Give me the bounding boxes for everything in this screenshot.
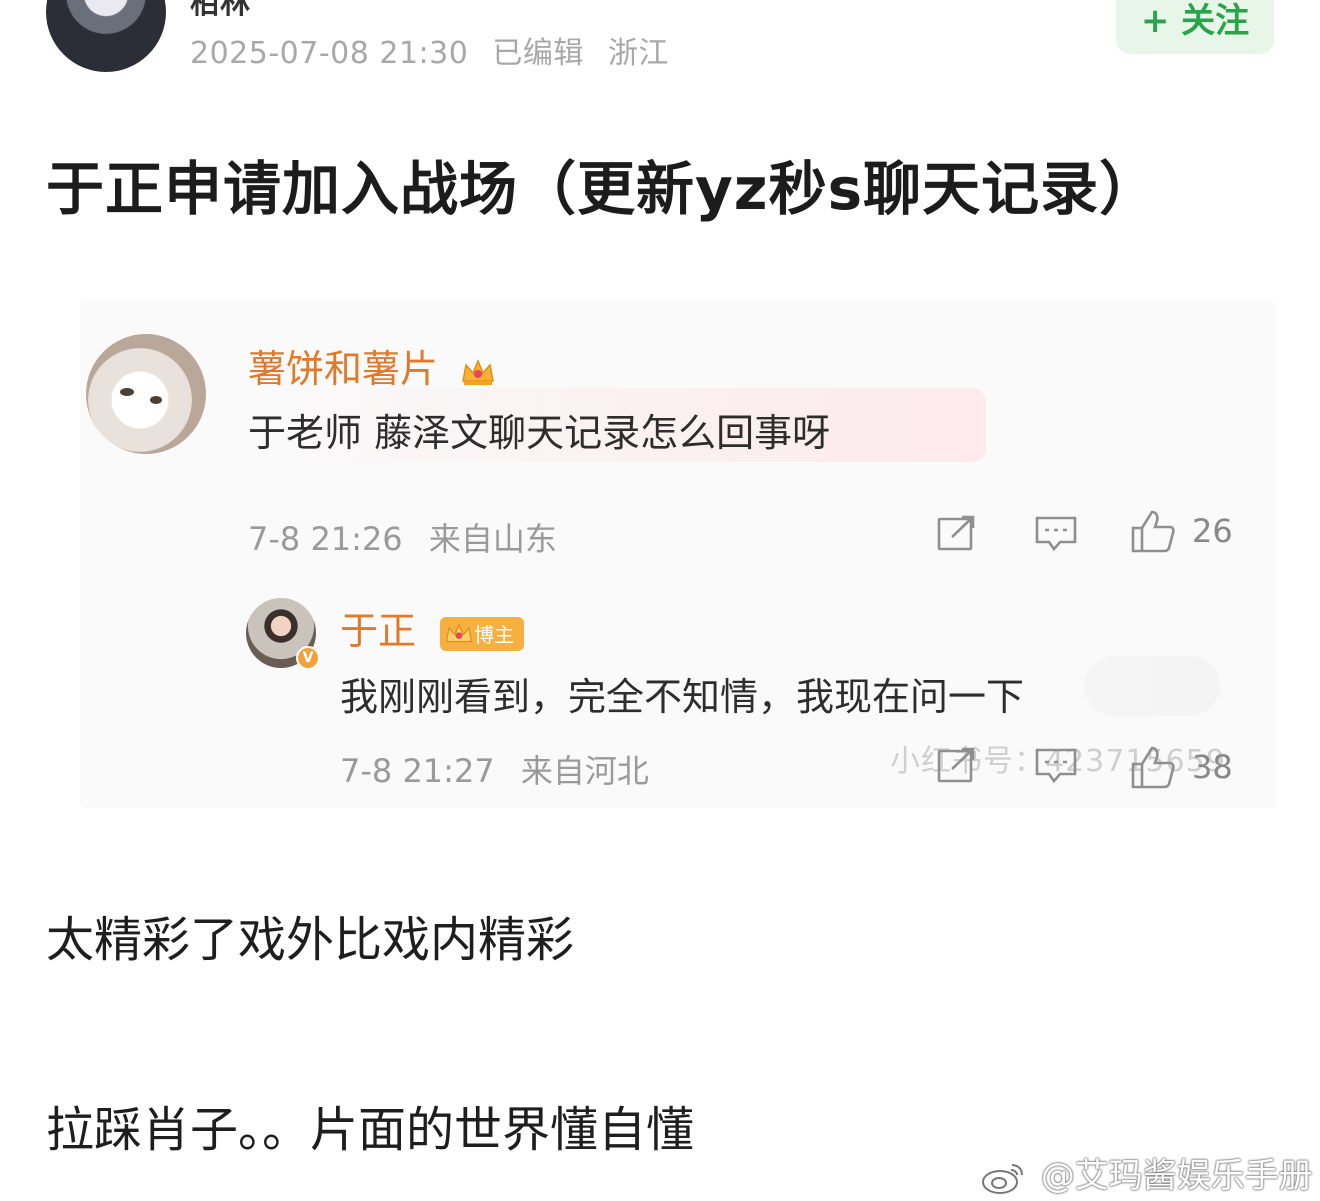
crown-icon xyxy=(445,622,473,642)
author-avatar[interactable] xyxy=(46,0,166,72)
reply-name-text: 于正 xyxy=(340,609,417,653)
edited-label: 已编辑 xyxy=(492,36,584,71)
comment-button[interactable] xyxy=(1034,514,1078,554)
comment-icon xyxy=(1035,748,1077,784)
comment-time: 7-8 21:26 xyxy=(248,520,403,558)
post-meta: 2025-07-08 21:30 已编辑 浙江 xyxy=(190,28,683,72)
author-name[interactable]: 栢林 xyxy=(190,0,250,22)
watermark-text: @艾玛酱娱乐手册 xyxy=(1040,1156,1313,1196)
verified-badge: V xyxy=(296,646,320,670)
reply-name: 于正 博主 xyxy=(340,600,525,655)
commenter-avatar xyxy=(86,334,206,454)
host-badge: 博主 xyxy=(440,616,525,651)
like-icon xyxy=(1131,746,1175,789)
post-location: 浙江 xyxy=(607,36,669,71)
like-button[interactable]: 26 xyxy=(1130,508,1233,554)
post-title: 于正申请加入战场（更新yz秒s聊天记录） xyxy=(46,155,1159,223)
share-button[interactable] xyxy=(936,514,978,552)
comment-meta: 7-8 21:26 来自山东 xyxy=(248,514,573,560)
fade-overlay xyxy=(1084,656,1220,716)
post-date: 2025-07-08 21:30 xyxy=(190,36,469,71)
host-badge-label: 博主 xyxy=(474,623,515,647)
share-icon xyxy=(937,747,975,783)
comment-icon xyxy=(1035,516,1077,552)
post-paragraph: 太精彩了戏外比戏内精彩 xyxy=(46,912,575,968)
commenter-name: 薯饼和薯片 xyxy=(248,338,496,393)
weibo-watermark: @艾玛酱娱乐手册 xyxy=(980,1148,1313,1197)
follow-label: + 关注 xyxy=(1140,0,1250,41)
share-icon xyxy=(937,515,975,551)
avatar-detail xyxy=(150,396,162,404)
follow-button[interactable]: + 关注 xyxy=(1116,0,1274,54)
like-count: 38 xyxy=(1192,748,1233,786)
comment-location: 来自山东 xyxy=(428,520,557,558)
reply-meta: 7-8 21:27 来自河北 xyxy=(340,746,665,792)
comment-text: 于老师 藤泽文聊天记录怎么回事呀 xyxy=(248,411,831,455)
like-icon xyxy=(1131,510,1175,553)
weibo-icon xyxy=(982,1163,1023,1194)
reply-time: 7-8 21:27 xyxy=(340,752,495,790)
share-button[interactable] xyxy=(936,746,978,784)
comment-button[interactable] xyxy=(1034,746,1078,786)
avatar-detail xyxy=(120,388,134,396)
reply-text: 我刚刚看到，完全不知情，我现在问一下 xyxy=(340,675,1025,719)
like-count: 26 xyxy=(1192,512,1233,550)
reply-location: 来自河北 xyxy=(520,752,649,790)
commenter-name-text: 薯饼和薯片 xyxy=(248,347,439,391)
like-button[interactable]: 38 xyxy=(1130,744,1233,790)
post-paragraph: 拉踩肖子。。片面的世界懂自懂 xyxy=(46,1102,695,1158)
crown-icon xyxy=(462,358,495,385)
